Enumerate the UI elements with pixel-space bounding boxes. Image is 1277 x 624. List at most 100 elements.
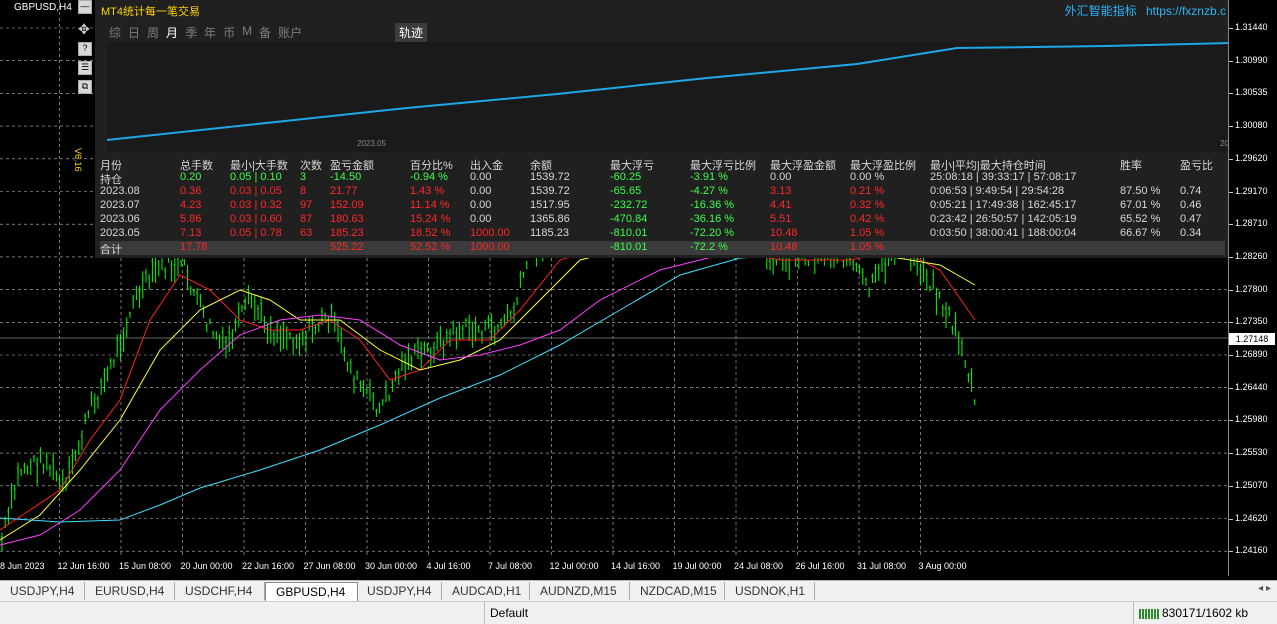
chart-tab[interactable]: GBPUSD,H4 bbox=[265, 582, 358, 601]
chart-tab[interactable]: USDNOK,H1 bbox=[725, 582, 815, 600]
chart-tab[interactable]: NZDCAD,M15 bbox=[630, 582, 725, 600]
equity-curve-line bbox=[106, 42, 1231, 141]
table-cell: 1000.00 bbox=[470, 227, 510, 239]
table-cell: 4.41 bbox=[770, 199, 792, 211]
chart-tab[interactable]: AUDNZD,M15 bbox=[530, 582, 630, 600]
table-cell: 0.36 bbox=[180, 185, 202, 197]
table-cell: -36.16 % bbox=[690, 213, 735, 225]
table-cell: 185.23 bbox=[330, 227, 364, 239]
time-tick: 30 Jun 00:00 bbox=[365, 561, 418, 571]
table-cell: 66.67 % bbox=[1120, 227, 1161, 239]
table-cell: 4.23 bbox=[180, 199, 202, 211]
price-tick-mark bbox=[1229, 191, 1233, 193]
table-cell: 0:06:53 | 9:49:54 | 29:54:28 bbox=[930, 185, 1065, 197]
time-tick: 24 Jul 08:00 bbox=[734, 561, 784, 571]
help-button[interactable]: ? bbox=[78, 42, 92, 56]
time-tick: 15 Jun 08:00 bbox=[119, 561, 172, 571]
version-label: V6.16 bbox=[73, 148, 83, 172]
table-cell: 63 bbox=[300, 227, 313, 239]
period-tab[interactable]: 日 bbox=[128, 24, 140, 41]
chart-tab[interactable]: USDJPY,H4 bbox=[0, 582, 85, 600]
chart-tab[interactable]: EURUSD,H4 bbox=[85, 582, 175, 600]
table-cell: 2023.06 bbox=[100, 213, 140, 225]
time-tick: 12 Jun 16:00 bbox=[57, 561, 110, 571]
period-tab[interactable]: M bbox=[242, 24, 252, 41]
table-cell: 0.00 bbox=[470, 213, 492, 225]
table-cell: -4.27 % bbox=[690, 185, 728, 197]
table-row: 2023.08 0.36 0.03 | 0.05 8 21.77 1.43 % 0.00 15… bbox=[100, 185, 1225, 199]
chart-tab[interactable]: USDJPY,H4 bbox=[357, 582, 442, 600]
table-cell: 0.47 bbox=[1180, 213, 1202, 225]
time-tick: 4 Jul 16:00 bbox=[426, 561, 471, 571]
period-tab[interactable]: 币 bbox=[223, 24, 235, 41]
period-tab[interactable]: 月 bbox=[166, 24, 178, 41]
chart-tab[interactable]: USDCHF,H4 bbox=[175, 582, 265, 600]
table-cell: 21.77 bbox=[330, 185, 358, 197]
ma-yellow-line bbox=[0, 244, 976, 541]
minimize-panel-button[interactable]: — bbox=[78, 0, 92, 14]
table-cell: 152.09 bbox=[330, 199, 364, 211]
period-tab[interactable]: 周 bbox=[147, 24, 159, 41]
period-tab[interactable]: 账户 bbox=[278, 24, 302, 41]
table-cell: -14.50 bbox=[330, 171, 362, 183]
time-tick: 7 Jul 08:00 bbox=[488, 561, 533, 571]
tab-scroll-arrows[interactable]: ◂ ▸ bbox=[1258, 583, 1271, 594]
period-tab[interactable]: 综 bbox=[109, 24, 121, 41]
tab-track[interactable]: 轨迹 bbox=[395, 23, 428, 42]
panel-brand[interactable]: 外汇智能指标 https://fxznzb.c bbox=[1065, 2, 1226, 19]
table-cell: 0.20 bbox=[180, 171, 202, 183]
price-tick: 1.25530 bbox=[1235, 447, 1268, 458]
period-tab[interactable]: 年 bbox=[204, 24, 216, 41]
price-tick-mark bbox=[1229, 387, 1233, 389]
table-cell: 1365.86 bbox=[530, 213, 570, 225]
price-tick-mark bbox=[1229, 420, 1233, 422]
stats-table: 月份 总手数 最小|大手数 次数 盈亏金额 百分比% 出入金 余额 最大浮亏 最大浮亏比例 最大浮盈… bbox=[100, 157, 1225, 256]
copy-icon[interactable]: ⧉ bbox=[78, 80, 92, 94]
table-cell: 5.86 bbox=[180, 213, 202, 225]
brand-url[interactable]: https://fxznzb.c bbox=[1146, 4, 1226, 18]
price-tick-mark bbox=[1229, 355, 1233, 356]
table-row: 月份 总手数 最小|大手数 次数 盈亏金额 百分比% 出入金 余额 最大浮亏 最大浮亏比例 最大浮盈… bbox=[100, 157, 1225, 172]
table-cell: 0.42 % bbox=[850, 213, 885, 225]
price-tick-mark bbox=[1229, 93, 1233, 95]
table-cell: 0.00 bbox=[470, 185, 492, 197]
time-tick: 12 Jul 00:00 bbox=[549, 561, 599, 571]
period-tab[interactable]: 备 bbox=[259, 24, 271, 41]
stats-panel: MT4统计每一笔交易 外汇智能指标 https://fxznzb.c 综日周月季… bbox=[95, 0, 1238, 258]
table-cell: 525.22 bbox=[330, 241, 364, 253]
time-tick: 8 Jun 2023 bbox=[0, 561, 45, 571]
price-tick: 1.27800 bbox=[1235, 283, 1268, 294]
table-cell: 18.52 % bbox=[410, 227, 451, 239]
table-row: 2023.05 7.13 0.05 | 0.78 63 185.23 18.52 % 100… bbox=[100, 227, 1225, 241]
table-row: 2023.06 5.86 0.03 | 0.60 87 180.63 15.24 % 0.0… bbox=[100, 213, 1225, 227]
table-cell: 17.78 bbox=[180, 241, 208, 253]
table-cell: 0.03 | 0.60 bbox=[230, 213, 282, 225]
table-cell: 0.05 | 0.10 bbox=[230, 171, 282, 183]
table-cell: -60.25 bbox=[610, 171, 642, 183]
table-cell: 0.34 bbox=[1180, 227, 1202, 239]
settings-grid-icon[interactable]: ☰ bbox=[78, 61, 92, 75]
chart-tabs-bar: ◂ ▸ USDJPY,H4 EURUSD,H4 USDCHF,H4 GBPUSD,H4… bbox=[0, 580, 1277, 602]
time-tick: 27 Jun 08:00 bbox=[303, 561, 356, 571]
profile-name[interactable]: Default bbox=[484, 602, 528, 624]
table-row: 持仓 0.20 0.05 | 0.10 3 -14.50 -0.94 % 0.00 1539.… bbox=[100, 171, 1225, 186]
table-cell: 0.05 | 0.78 bbox=[230, 227, 282, 239]
table-cell: 0.00 bbox=[470, 171, 492, 183]
table-cell: 1.43 % bbox=[410, 185, 445, 197]
table-cell: -72.20 % bbox=[690, 227, 735, 239]
price-tick-mark bbox=[1229, 28, 1233, 29]
chart-tab[interactable]: AUDCAD,H1 bbox=[442, 582, 530, 600]
time-tick: 14 Jul 16:00 bbox=[611, 561, 661, 571]
price-axis[interactable]: 1.31440 1.30990 1.30535 1.30080 1.29620 1.291… bbox=[1228, 0, 1277, 576]
price-tick: 1.30990 bbox=[1235, 54, 1268, 65]
table-cell: 0.74 bbox=[1180, 185, 1202, 197]
table-cell: -810.01 bbox=[610, 241, 648, 253]
period-tab[interactable]: 季 bbox=[185, 24, 197, 41]
move-icon[interactable]: ✥ bbox=[78, 22, 90, 36]
price-tick-mark bbox=[1229, 126, 1233, 128]
current-price-label: 1.27148 bbox=[1229, 333, 1275, 345]
table-cell: 0.32 % bbox=[850, 199, 885, 211]
price-tick: 1.27350 bbox=[1235, 316, 1268, 327]
table-cell: 10.48 bbox=[770, 241, 798, 253]
table-cell: -232.72 bbox=[610, 199, 648, 211]
